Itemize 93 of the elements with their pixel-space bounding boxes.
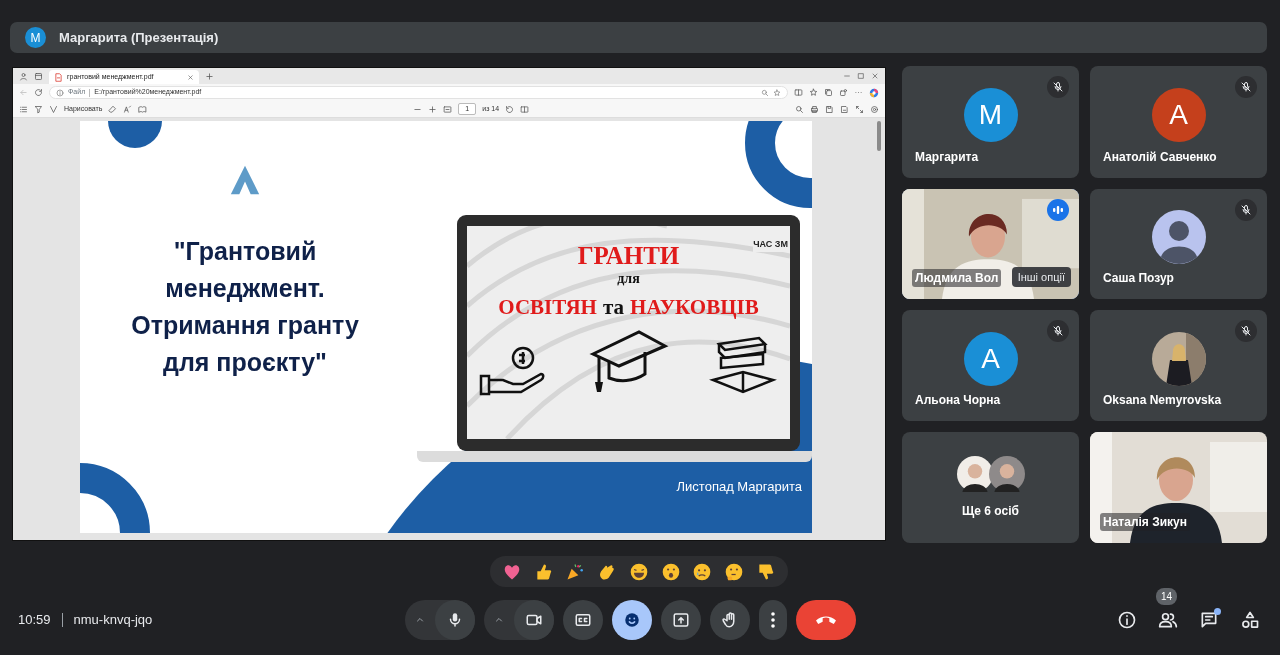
participant-tile[interactable]: A Анатолій Савченко [1090,66,1267,178]
participant-tile[interactable]: Саша Позур [1090,189,1267,299]
smiley-button[interactable] [612,600,652,640]
participant-tile[interactable]: M Маргарита [902,66,1079,178]
more-participants-label[interactable]: Ще 6 осіб [962,501,1019,520]
books-icon [708,336,779,396]
maximize-icon[interactable] [857,72,865,80]
save-as-icon[interactable] [840,104,849,114]
screen-heading-word: ОСВІТЯН [498,294,597,321]
profile-icon[interactable] [19,71,28,81]
split-screen-icon[interactable] [794,88,803,97]
fit-page-icon[interactable] [443,104,453,114]
thinking-face-icon[interactable] [724,561,745,582]
participant-tile[interactable]: Ще 6 осіб [902,432,1079,543]
microphone-button[interactable] [435,600,475,640]
screen-logo: ЧАС ЗМ [753,238,788,252]
star-icon [773,88,781,97]
avatar: M [25,27,46,48]
activities-icon [1240,610,1260,630]
meeting-code: nmu-knvq-jqo [73,611,153,630]
surprised-face-icon[interactable] [660,561,681,582]
screen-subheading: для [617,270,640,288]
slide-title: "Грантовий менеджмент. Отримання гранту для проєкту" [130,236,360,378]
participant-name: Альона Чорна [915,392,1001,409]
info-icon [1117,610,1137,630]
avatar-silhouette-icon [1151,210,1206,264]
tab-strip-icon[interactable] [34,71,43,81]
rotate-icon[interactable] [505,104,515,114]
presenter-title: Маргарита (Презентація) [59,28,219,47]
participant-name: Саша Позур [1103,270,1174,287]
participant-name: Людмила Вол [912,269,1002,287]
info-icon [56,88,64,97]
zoom-in-icon[interactable] [428,104,438,114]
slide-author: Листопад Маргарита [676,478,802,496]
save-icon[interactable] [825,104,834,114]
print-icon[interactable] [810,104,819,114]
scrollbar-thumb[interactable] [877,121,881,151]
zoom-icon [761,88,769,97]
captions-icon [574,611,592,629]
laughing-face-icon[interactable] [628,561,649,582]
more-options-button[interactable] [759,600,787,640]
immersive-reader-icon[interactable] [138,104,148,114]
party-popper-icon[interactable] [565,561,586,582]
search-icon[interactable] [795,104,804,114]
favorites-icon[interactable] [809,88,818,97]
participant-name: Oksana Nemyrovska [1103,392,1222,409]
draw-icon[interactable] [49,104,58,114]
chat-icon [1199,610,1219,630]
page-view-icon[interactable] [520,104,530,114]
collections-icon[interactable] [824,88,833,97]
highlight-icon[interactable] [34,104,43,114]
screen-heading-word: НАУКОВЦІВ [630,294,759,321]
avatar: A [1151,88,1206,142]
audio-bars-icon [1052,204,1064,216]
new-tab-icon[interactable] [205,71,214,81]
copilot-icon[interactable] [869,87,879,98]
smiley-icon [623,611,641,629]
mic-off-icon [1052,81,1064,93]
mic-off-icon [1240,325,1252,337]
people-icon [1158,610,1178,630]
captions-button[interactable] [563,600,603,640]
hang-up-button[interactable] [796,600,856,640]
close-icon[interactable] [187,73,194,81]
participant-tile[interactable]: Людмила Вол Інші опції [902,189,1079,299]
meeting-time: 10:59 [18,611,51,630]
participant-name: Маргарита [915,149,979,166]
sad-face-icon[interactable] [692,561,713,582]
close-icon[interactable] [871,72,879,80]
mic-off-icon [1240,81,1252,93]
settings-icon[interactable] [870,104,879,114]
eraser-icon[interactable] [108,104,118,114]
mic-off-icon [1052,325,1064,337]
avatar: M [963,88,1018,142]
present-screen-icon [672,611,690,629]
read-aloud-icon[interactable] [123,104,133,114]
participant-tile[interactable]: A Альона Чорна [902,310,1079,421]
screen-heading: ГРАНТИ [577,242,680,270]
mic-off-icon [1240,204,1252,216]
raise-hand-button[interactable] [710,600,750,640]
hang-up-icon [816,616,836,624]
contents-icon[interactable] [19,104,28,114]
fullscreen-icon[interactable] [855,104,864,114]
pdf-file-icon [54,72,63,82]
screen-heading-word: та [602,294,625,321]
count-badge: 14 [1156,588,1178,605]
extensions-icon[interactable] [839,88,848,97]
video-camera-button[interactable] [514,600,554,640]
participant-tile[interactable]: Oksana Nemyrovska [1090,310,1267,421]
more-options-icon [771,612,775,628]
reload-icon[interactable] [34,88,43,97]
participant-name: Анатолій Савченко [1103,149,1217,166]
avatar: A [963,331,1018,386]
present-screen-button[interactable] [661,600,701,640]
